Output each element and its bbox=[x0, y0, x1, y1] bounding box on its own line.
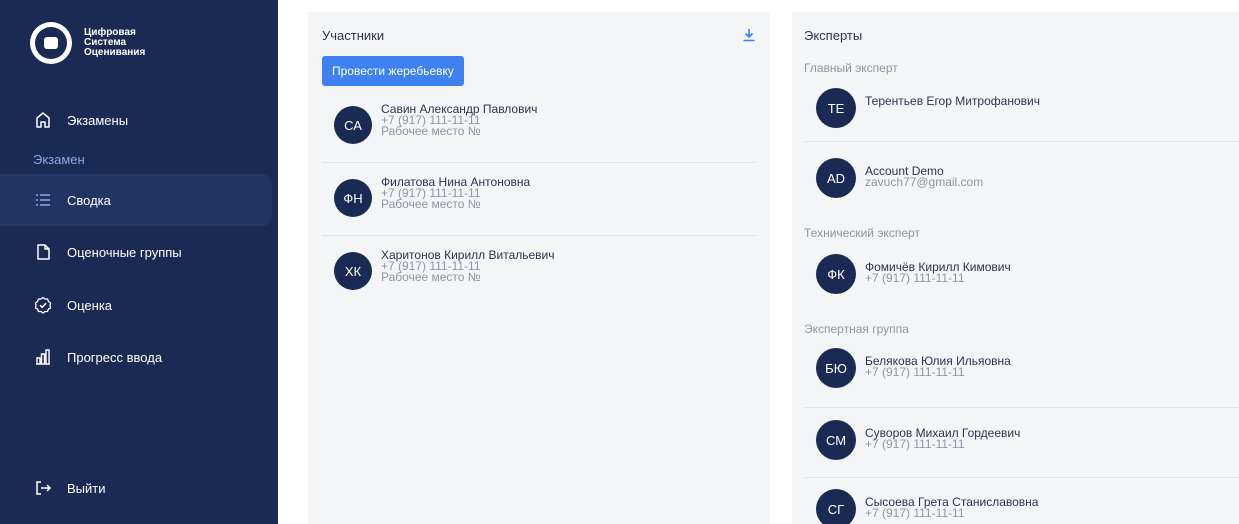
sidebar-item-input-progress[interactable]: Прогресс ввода bbox=[0, 331, 272, 383]
expert-name: Терентьев Егор Митрофанович bbox=[865, 94, 1040, 108]
sidebar-item-label: Оценочные группы bbox=[67, 244, 182, 260]
divider bbox=[804, 141, 1239, 142]
sidebar-item-label: Экзамены bbox=[67, 112, 129, 128]
sidebar-item-summary[interactable]: Сводка bbox=[0, 174, 272, 226]
expert-item[interactable]: СГ Сысоева Грета Станиславовна +7 (917) … bbox=[816, 489, 1038, 524]
logo-text: Цифровая Система Оценивания bbox=[84, 28, 145, 58]
participants-panel: Участники Провести жеребьевку СА Савин А… bbox=[308, 12, 770, 524]
tech-expert-label: Технический эксперт bbox=[804, 226, 920, 240]
expert-phone: +7 (917) 111-11-11 bbox=[865, 271, 965, 285]
home-icon bbox=[33, 110, 53, 130]
avatar: ТЕ bbox=[816, 88, 856, 128]
divider bbox=[804, 407, 1239, 408]
expert-item[interactable]: ТЕ Терентьев Егор Митрофанович bbox=[816, 88, 1040, 128]
list-icon bbox=[33, 190, 53, 210]
divider bbox=[322, 235, 756, 236]
logo-emblem-icon bbox=[30, 22, 72, 64]
expert-item[interactable]: БЮ Белякова Юлия Ильяовна +7 (917) 111-1… bbox=[816, 348, 1011, 388]
sidebar-item-label: Сводка bbox=[67, 192, 111, 208]
divider bbox=[322, 162, 756, 163]
participant-item[interactable]: СА Савин Александр Павлович +7 (917) 111… bbox=[334, 103, 537, 144]
app-logo[interactable]: Цифровая Система Оценивания bbox=[30, 22, 145, 64]
expert-phone: +7 (917) 111-11-11 bbox=[865, 365, 965, 379]
sidebar-item-label: Оценка bbox=[67, 297, 113, 313]
expert-phone: +7 (917) 111-11-11 bbox=[865, 437, 965, 451]
expert-group-label: Экспертная группа bbox=[804, 322, 909, 336]
participant-workplace: Рабочее место № bbox=[381, 270, 481, 284]
draw-lots-button[interactable]: Провести жеребьевку bbox=[322, 56, 464, 86]
participant-item[interactable]: ФН Филатова Нина Антоновна +7 (917) 111-… bbox=[334, 176, 530, 217]
sidebar-item-grading[interactable]: Оценка bbox=[0, 279, 272, 331]
avatar: СА bbox=[334, 106, 372, 144]
logout-button[interactable]: Выйти bbox=[0, 462, 272, 514]
chief-expert-label: Главный эксперт bbox=[804, 61, 898, 75]
section-label: Экзамен bbox=[33, 152, 85, 167]
logo-line: Оценивания bbox=[84, 47, 146, 58]
avatar: БЮ bbox=[816, 348, 856, 388]
avatar: AD bbox=[816, 158, 856, 198]
expert-item[interactable]: AD Account Demo zavuch77@gmail.com bbox=[816, 158, 983, 198]
participant-workplace: Рабочее место № bbox=[381, 124, 481, 138]
expert-item[interactable]: СМ Суворов Михаил Гордеевич +7 (917) 111… bbox=[816, 420, 1020, 460]
logout-icon bbox=[33, 478, 53, 498]
avatar: СГ bbox=[816, 489, 856, 524]
expert-phone: +7 (917) 111-11-11 bbox=[865, 506, 965, 520]
download-icon[interactable] bbox=[742, 28, 756, 42]
participant-workplace: Рабочее место № bbox=[381, 197, 481, 211]
experts-title: Эксперты bbox=[804, 28, 863, 43]
logout-label: Выйти bbox=[67, 480, 106, 496]
document-icon bbox=[33, 242, 53, 262]
expert-item[interactable]: ФК Фомичёв Кирилл Кимович +7 (917) 111-1… bbox=[816, 254, 1011, 294]
sidebar-item-label: Прогресс ввода bbox=[67, 349, 163, 365]
expert-email: zavuch77@gmail.com bbox=[865, 175, 984, 189]
participants-title: Участники bbox=[322, 28, 385, 43]
divider bbox=[804, 477, 1239, 478]
sidebar: Цифровая Система Оценивания Экзамены Экз… bbox=[0, 0, 278, 524]
sidebar-item-exams[interactable]: Экзамены bbox=[0, 94, 272, 146]
avatar: ФН bbox=[334, 179, 372, 217]
avatar: ФК bbox=[816, 254, 856, 294]
experts-panel: Эксперты Главный эксперт ТЕ Терентьев Ег… bbox=[792, 12, 1239, 524]
sidebar-item-assessment-groups[interactable]: Оценочные группы bbox=[0, 226, 272, 278]
bar-chart-icon bbox=[33, 347, 53, 367]
avatar: СМ bbox=[816, 420, 856, 460]
participant-item[interactable]: ХК Харитонов Кирилл Витальевич +7 (917) … bbox=[334, 249, 555, 290]
badge-check-icon bbox=[33, 295, 53, 315]
avatar: ХК bbox=[334, 252, 372, 290]
